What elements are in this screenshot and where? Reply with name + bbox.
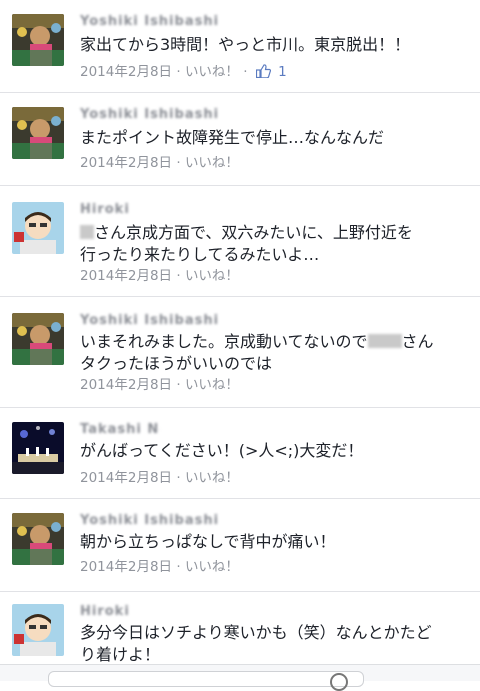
comment-author-name[interactable]: Hiroki Ito (80, 202, 135, 218)
comment-text: さん京成方面で、双六みたいに、上野付近を 行ったり来たりしてるみたいよ… (80, 222, 470, 266)
cartoon-avatar-icon (12, 604, 64, 656)
comment-item: Yoshiki Ishibashi 家出てから3時間！やっと市川。東京脱出！！ … (0, 0, 480, 93)
comment-item: Takashi Noguchi がんばってください！(>人<;)大変だ！ 201… (0, 408, 480, 499)
separator-dot: · (243, 64, 252, 80)
photo-crowd-icon (12, 107, 64, 159)
avatar[interactable] (12, 107, 64, 159)
photo-crowd-icon (12, 313, 64, 365)
comment-text: 多分今日はソチより寒いかも（笑）なんとかたど り着けよ！ (80, 622, 470, 666)
comment-text-line2: タクったほうがいいのでは (80, 354, 273, 373)
comment-item: Yoshiki Ishibashi いまそれみました。京成動いてないので さん タ… (0, 297, 480, 408)
thumbs-up-icon[interactable] (255, 64, 271, 78)
comment-meta: 2014年2月8日 · いいね！ (80, 555, 239, 575)
comment-text: またポイント故障発生で停止…なんなんだ (80, 128, 385, 147)
comment-text: がんばってください！(>人<;)大変だ！ (80, 441, 364, 460)
like-button[interactable]: いいね！ (185, 268, 239, 284)
photo-crowd-icon (12, 14, 64, 66)
stage-night-icon (12, 422, 64, 474)
like-button[interactable]: いいね！ (185, 155, 239, 171)
comment-text-line2: 行ったり来たりしてるみたいよ… (80, 245, 320, 264)
comment-date[interactable]: 2014年2月8日 (80, 155, 172, 171)
comment-meta: 2014年2月8日 · いいね！ (80, 466, 239, 486)
avatar[interactable] (12, 422, 64, 474)
comment-text: いまそれみました。京成動いてないので さん タクったほうがいいのでは (80, 331, 470, 375)
like-button[interactable]: いいね！ (185, 64, 239, 80)
comment-date[interactable]: 2014年2月8日 (80, 559, 172, 575)
emoji-icon[interactable] (330, 673, 348, 691)
like-button[interactable]: いいね！ (185, 559, 239, 575)
avatar[interactable] (12, 513, 64, 565)
comment-text: 家出てから3時間！やっと市川。東京脱出！！ (80, 35, 411, 54)
comment-author-name[interactable]: Yoshiki Ishibashi (80, 513, 225, 529)
comment-date[interactable]: 2014年2月8日 (80, 64, 172, 80)
comment-item: Yoshiki Ishibashi またポイント故障発生で停止…なんなんだ 20… (0, 93, 480, 186)
avatar[interactable] (12, 604, 64, 656)
avatar[interactable] (12, 14, 64, 66)
comment-text-line1: 多分今日はソチより寒いかも（笑）なんとかたど (80, 623, 432, 642)
comment-item: Yoshiki Ishibashi 朝から立ちっぱなしで背中が痛い！ 2014年… (0, 499, 480, 592)
comment-date[interactable]: 2014年2月8日 (80, 377, 172, 393)
separator-dot: · (176, 64, 185, 80)
separator-dot: · (176, 470, 185, 486)
comment-text: 朝から立ちっぱなしで背中が痛い！ (80, 532, 336, 551)
comment-date[interactable]: 2014年2月8日 (80, 470, 172, 486)
comment-item: Hiroki Ito さん京成方面で、双六みたいに、上野付近を 行ったり来たりし… (0, 186, 480, 297)
comment-text-line2: り着けよ！ (80, 645, 161, 664)
separator-dot: · (176, 377, 185, 393)
separator-dot: · (176, 559, 185, 575)
comment-author-name[interactable]: Yoshiki Ishibashi (80, 14, 220, 30)
like-count[interactable]: 1 (278, 64, 287, 80)
comment-meta: 2014年2月8日 · いいね！ (80, 264, 239, 284)
comment-date[interactable]: 2014年2月8日 (80, 268, 172, 284)
comment-meta: 2014年2月8日 · いいね！ (80, 151, 239, 171)
comment-meta: 2014年2月8日 · いいね！ · 1 (80, 60, 287, 80)
comment-text-line1: さん京成方面で、双六みたいに、上野付近を (94, 223, 413, 242)
comment-author-name[interactable]: Takashi Noguchi (80, 422, 160, 438)
avatar[interactable] (12, 313, 64, 365)
like-button[interactable]: いいね！ (185, 377, 239, 393)
redacted-mention[interactable] (80, 225, 94, 239)
avatar[interactable] (12, 202, 64, 254)
cartoon-avatar-icon (12, 202, 64, 254)
redacted-mention[interactable] (367, 334, 402, 348)
comment-item: Hiroki Ito 多分今日はソチより寒いかも（笑）なんとかたど り着けよ！ (0, 592, 480, 664)
comment-input[interactable] (48, 671, 364, 687)
comment-text-line1: いまそれみました。京成動いてないので (80, 332, 368, 351)
comment-meta: 2014年2月8日 · いいね！ (80, 373, 239, 393)
separator-dot: · (176, 155, 185, 171)
comment-author-name[interactable]: Yoshiki Ishibashi (80, 107, 230, 123)
separator-dot: · (176, 268, 185, 284)
comment-text-honorific: さん (401, 332, 434, 351)
like-button[interactable]: いいね！ (185, 470, 239, 486)
photo-crowd-icon (12, 513, 64, 565)
comment-author-name[interactable]: Hiroki Ito (80, 604, 135, 620)
comment-author-name[interactable]: Yoshiki Ishibashi (80, 313, 225, 329)
comment-input-bar (0, 664, 480, 691)
